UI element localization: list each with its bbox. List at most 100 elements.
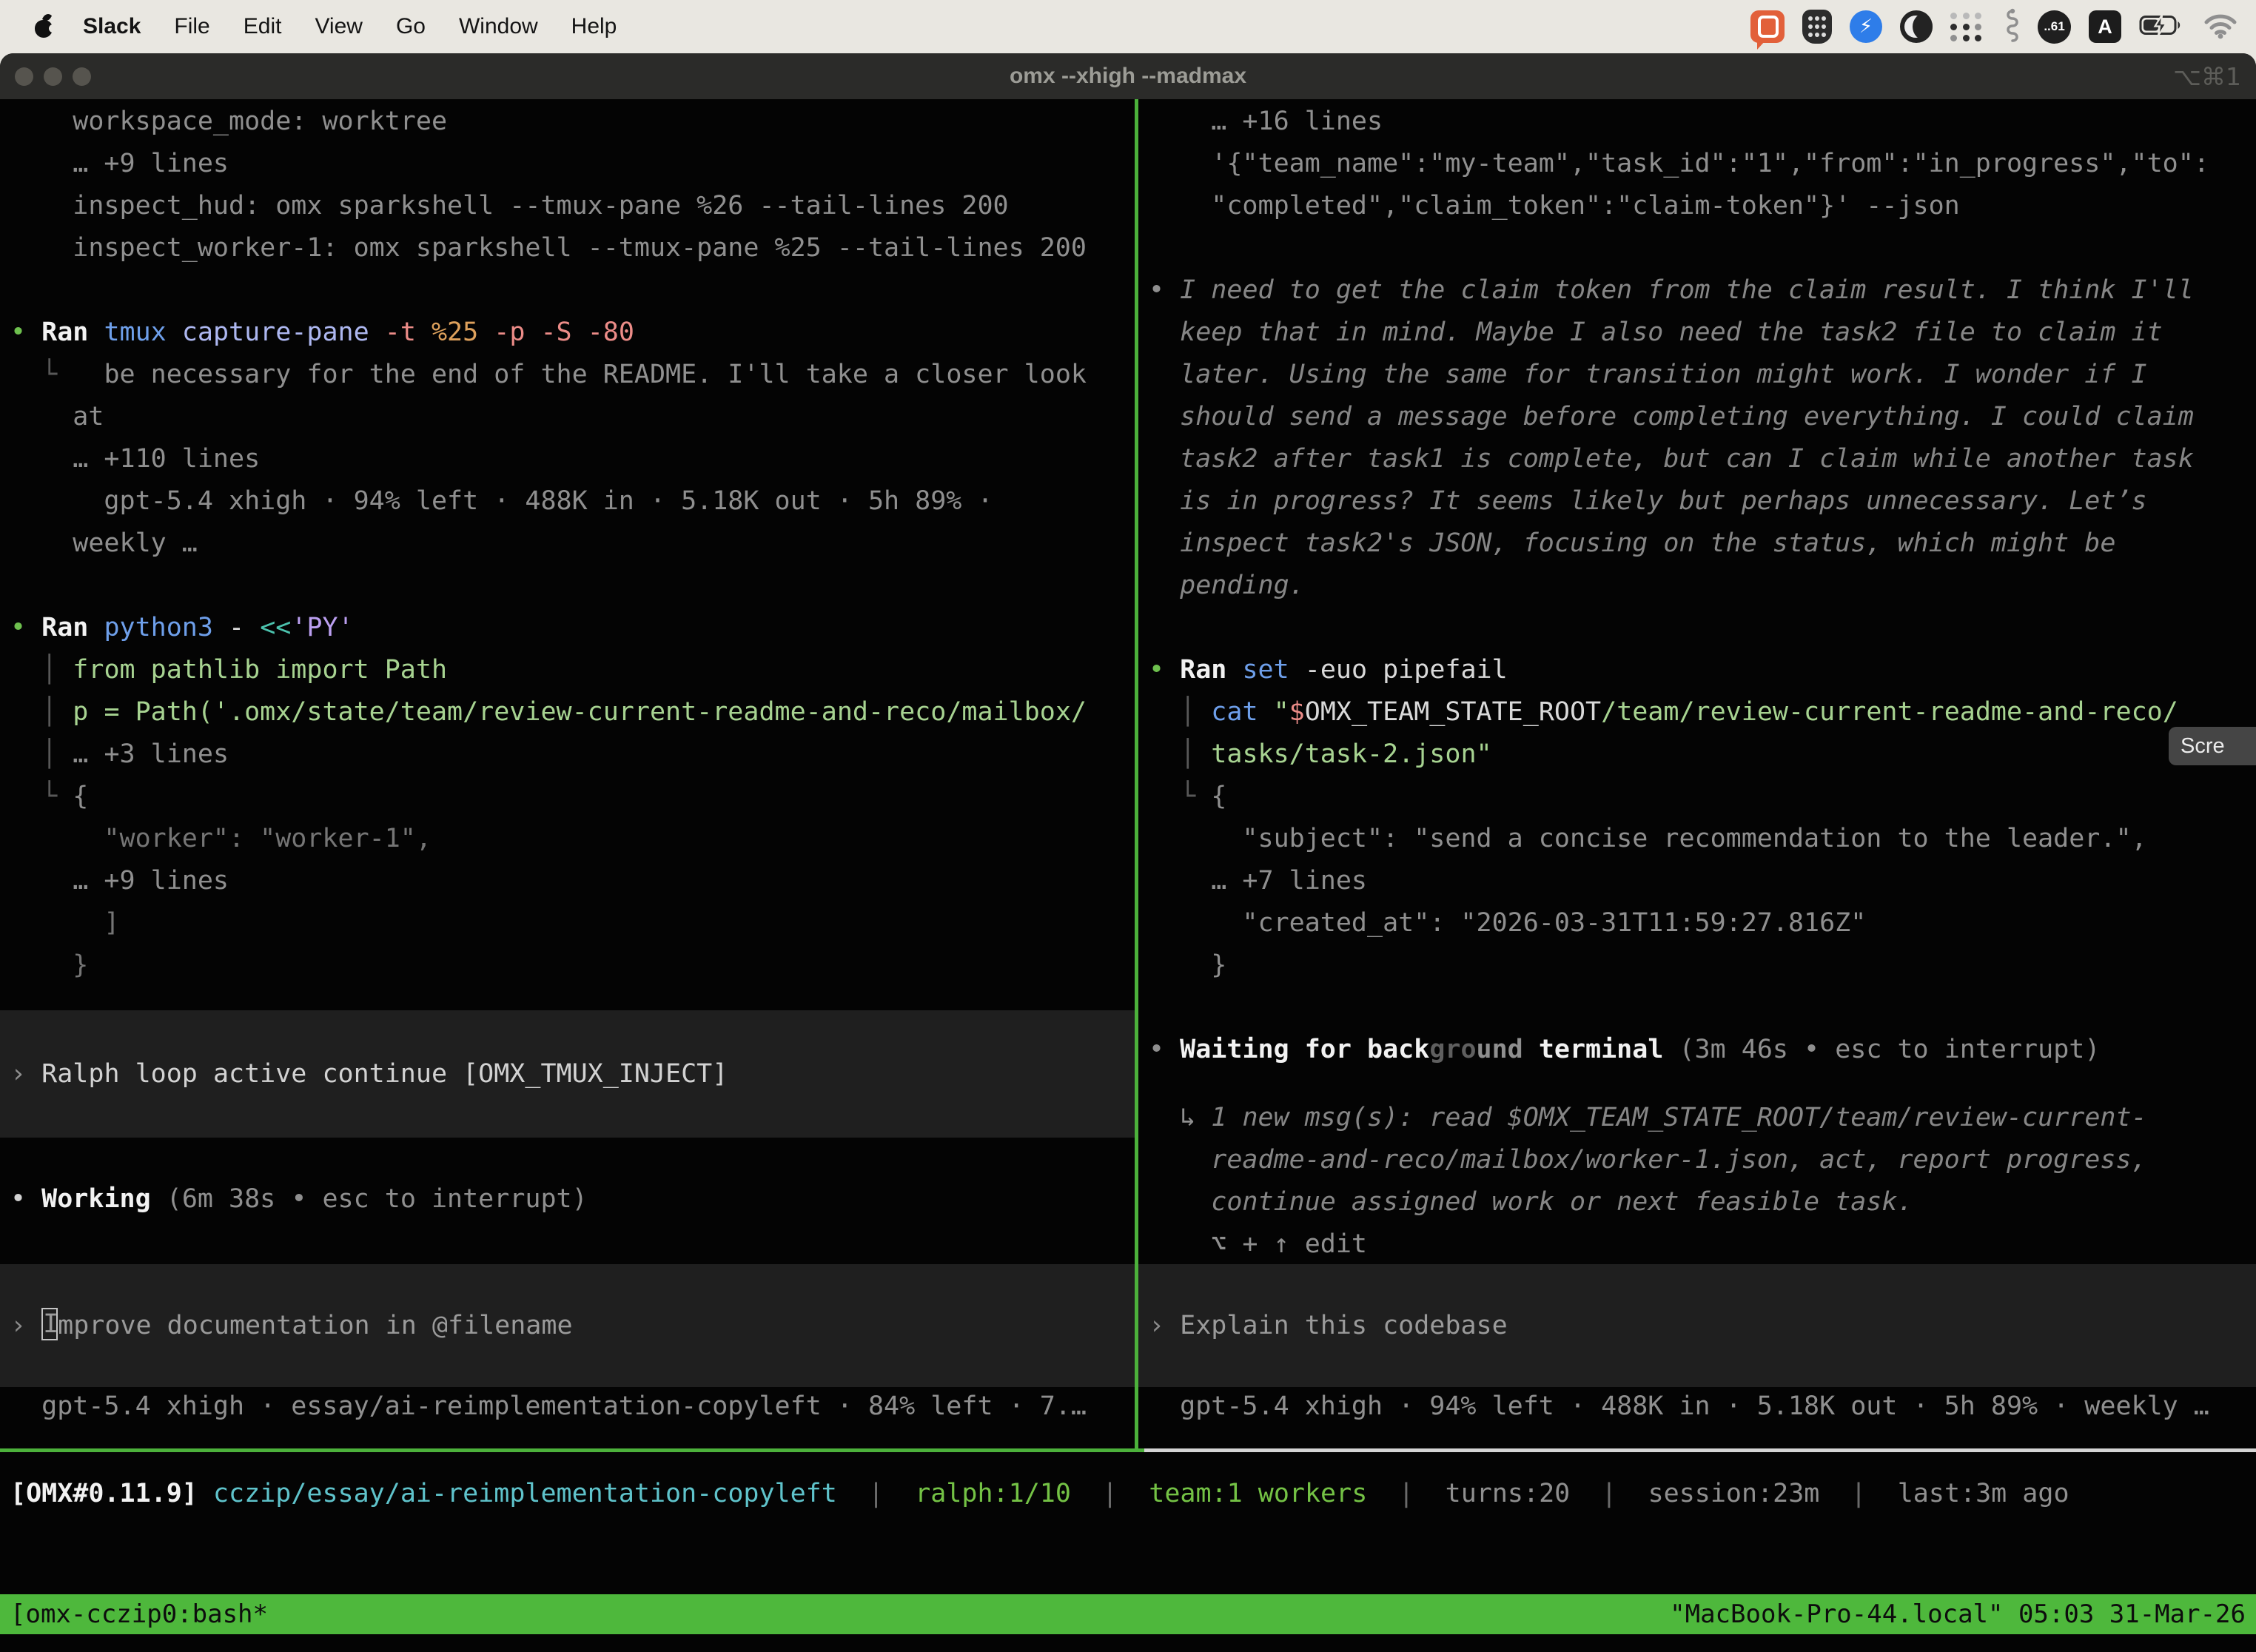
- terminal-row: • Ran tmux capture-pane -t %25 -p -S -80: [10, 312, 1135, 354]
- terminal-row: "created_at": "2026-03-31T11:59:27.816Z": [1149, 902, 2256, 944]
- tmux-session-label: [omx-cczip0:bash*: [10, 1599, 268, 1629]
- prompt-input-right[interactable]: › Explain this codebase: [1138, 1264, 2256, 1387]
- terminal-row: └ {: [1149, 776, 2256, 818]
- menu-item-help[interactable]: Help: [571, 14, 617, 39]
- terminal-row: continue assigned work or next feasible …: [1149, 1181, 2256, 1223]
- terminal-row: inspect_hud: omx sparkshell --tmux-pane …: [10, 185, 1135, 227]
- terminal-row: [OMX#0.11.9] cczip/essay/ai-reimplementa…: [10, 1473, 2256, 1515]
- terminal-row: gpt-5.4 xhigh · essay/ai-reimplementatio…: [10, 1386, 1135, 1428]
- terminal-row: readme-and-reco/mailbox/worker-1.json, a…: [1149, 1139, 2256, 1181]
- terminal-row: gpt-5.4 xhigh · 94% left · 488K in · 5.1…: [1149, 1386, 2256, 1428]
- ralph-loop-banner: › Ralph loop active continue [OMX_TMUX_I…: [0, 1010, 1135, 1138]
- tmux-host-clock-label: "MacBook-Pro-44.local" 05:03 31-Mar-26: [1670, 1599, 2246, 1629]
- terminal-row: ]: [10, 902, 1135, 944]
- terminal-row: [1149, 607, 2256, 649]
- terminal-row: • I need to get the claim token from the…: [1149, 269, 2256, 312]
- pane-border-bottom-left: [0, 1448, 1144, 1452]
- terminal-row: … +16 lines: [1149, 101, 2256, 143]
- terminal-row: at: [10, 396, 1135, 438]
- badge-61-icon[interactable]: ..61: [2038, 10, 2071, 44]
- menu-item-go[interactable]: Go: [396, 14, 426, 39]
- screen-record-icon[interactable]: [1750, 10, 1785, 43]
- terminal-row: │ p = Path('.omx/state/team/review-curre…: [10, 691, 1135, 733]
- terminal-row: "worker": "worker-1",: [10, 818, 1135, 860]
- prompt-chevron-icon: ›: [1149, 1311, 1180, 1340]
- terminal-row: "subject": "send a concise recommendatio…: [1149, 818, 2256, 860]
- wifi-icon[interactable]: [2201, 11, 2240, 43]
- apple-menu-icon[interactable]: [34, 14, 55, 39]
- terminal-row: }: [10, 944, 1135, 987]
- spark-icon[interactable]: ⚡: [1850, 10, 1882, 43]
- terminal-row: • Waiting for background terminal (3m 46…: [1149, 1029, 2256, 1071]
- terminal-row: │ … +3 lines: [10, 733, 1135, 776]
- new-message-note: ↳ 1 new msg(s): read $OMX_TEAM_STATE_ROO…: [1138, 1097, 2256, 1266]
- terminal-row: … +110 lines: [10, 438, 1135, 480]
- terminal-row: • Ran set -euo pipefail: [1149, 649, 2256, 691]
- terminal-row: [10, 565, 1135, 607]
- terminal-row: … +7 lines: [1149, 860, 2256, 902]
- input-placeholder: mprove documentation in @filename: [58, 1311, 572, 1340]
- terminal-row: └ {: [10, 776, 1135, 818]
- terminal-row: [10, 269, 1135, 312]
- window-titlebar[interactable]: omx --xhigh --madmax ⌥⌘1: [0, 53, 2256, 99]
- working-status: • Working (6m 38s • esc to interrupt): [0, 1178, 1135, 1220]
- waiting-status: • Waiting for background terminal (3m 46…: [1138, 1029, 2256, 1071]
- pane-border-bottom-right: [1144, 1448, 2256, 1452]
- keypad-shield-icon[interactable]: [1802, 10, 1832, 44]
- input-placeholder: Explain this codebase: [1180, 1311, 1508, 1340]
- screen-tooltip: Scre: [2169, 727, 2256, 765]
- menu-item-file[interactable]: File: [174, 14, 209, 39]
- prompt-input-left[interactable]: › Improve documentation in @filename: [0, 1264, 1135, 1387]
- right-model-statusline: gpt-5.4 xhigh · 94% left · 488K in · 5.1…: [1138, 1386, 2256, 1428]
- menu-status-icons: ⚡ ..61 A: [1750, 8, 2256, 46]
- terminal-row: later. Using the same for transition mig…: [1149, 354, 2256, 396]
- terminal-row: "completed","claim_token":"claim-token"}…: [1149, 185, 2256, 227]
- terminal-row: … +9 lines: [10, 143, 1135, 185]
- terminal-row: … +9 lines: [10, 860, 1135, 902]
- terminal-row: │ cat "$OMX_TEAM_STATE_ROOT/team/review-…: [1149, 691, 2256, 733]
- terminal-row: pending.: [1149, 565, 2256, 607]
- terminal-row: inspect_worker-1: omx sparkshell --tmux-…: [10, 227, 1135, 269]
- dots-grid-icon[interactable]: [1950, 13, 1983, 41]
- tmux-status-bar[interactable]: [omx-cczip0:bash* "MacBook-Pro-44.local"…: [0, 1594, 2256, 1634]
- terminal-row: '{"team_name":"my-team","task_id":"1","f…: [1149, 143, 2256, 185]
- menu-item-edit[interactable]: Edit: [244, 14, 282, 39]
- moon-crescent-icon[interactable]: [1900, 10, 1933, 43]
- terminal-row: inspect task2's JSON, focusing on the st…: [1149, 523, 2256, 565]
- pane-hud[interactable]: workspace_mode: worktree … +9 lines insp…: [0, 99, 1135, 1448]
- terminal-row: is in progress? It seems likely but perh…: [1149, 480, 2256, 523]
- omx-status-line: [OMX#0.11.9] cczip/essay/ai-reimplementa…: [0, 1473, 2256, 1515]
- terminal-row: ↳ 1 new msg(s): read $OMX_TEAM_STATE_ROO…: [1149, 1097, 2256, 1139]
- terminal-row: ⌥ + ↑ edit: [1149, 1223, 2256, 1266]
- left-model-statusline: gpt-5.4 xhigh · essay/ai-reimplementatio…: [0, 1386, 1135, 1428]
- terminal-row: │ tasks/task-2.json": [1149, 733, 2256, 776]
- terminal-row: task2 after task1 is complete, but can I…: [1149, 438, 2256, 480]
- terminal-row: • Ran python3 - <<'PY': [10, 607, 1135, 649]
- menu-item-slack[interactable]: Slack: [83, 14, 141, 39]
- input-source-icon[interactable]: A: [2089, 10, 2121, 43]
- menu-item-window[interactable]: Window: [459, 14, 538, 39]
- terminal-row: › Ralph loop active continue [OMX_TMUX_I…: [10, 1053, 728, 1095]
- terminal-row: gpt-5.4 xhigh · 94% left · 488K in · 5.1…: [10, 480, 1135, 523]
- terminal-row: • Working (6m 38s • esc to interrupt): [10, 1178, 1135, 1220]
- terminal-row: should send a message before completing …: [1149, 396, 2256, 438]
- squiggle-icon[interactable]: [2001, 8, 2020, 46]
- menu-items: Slack File Edit View Go Window Help: [83, 14, 617, 39]
- left-scrollback: workspace_mode: worktree … +9 lines insp…: [0, 101, 1135, 987]
- window-title: omx --xhigh --madmax: [0, 64, 2256, 89]
- terminal-row: }: [1149, 944, 2256, 987]
- battery-icon[interactable]: [2139, 13, 2183, 41]
- terminal-content: workspace_mode: worktree … +9 lines insp…: [0, 99, 2256, 1652]
- terminal-row: keep that in mind. Maybe I also need the…: [1149, 312, 2256, 354]
- menu-item-view[interactable]: View: [315, 14, 362, 39]
- screen: Slack File Edit View Go Window Help ⚡ ..61 A: [0, 0, 2256, 1652]
- terminal-row: weekly …: [10, 523, 1135, 565]
- terminal-row: workspace_mode: worktree: [10, 101, 1135, 143]
- prompt-chevron-icon: ›: [10, 1311, 41, 1340]
- pane-worker-1[interactable]: … +16 lines '{"team_name":"my-team","tas…: [1138, 99, 2256, 1448]
- terminal-row: │ from pathlib import Path: [10, 649, 1135, 691]
- macos-menu-bar: Slack File Edit View Go Window Help ⚡ ..61 A: [0, 0, 2256, 53]
- terminal-window: omx --xhigh --madmax ⌥⌘1 workspace_mode:…: [0, 53, 2256, 1652]
- text-cursor: I: [41, 1308, 58, 1340]
- terminal-row: [1149, 227, 2256, 269]
